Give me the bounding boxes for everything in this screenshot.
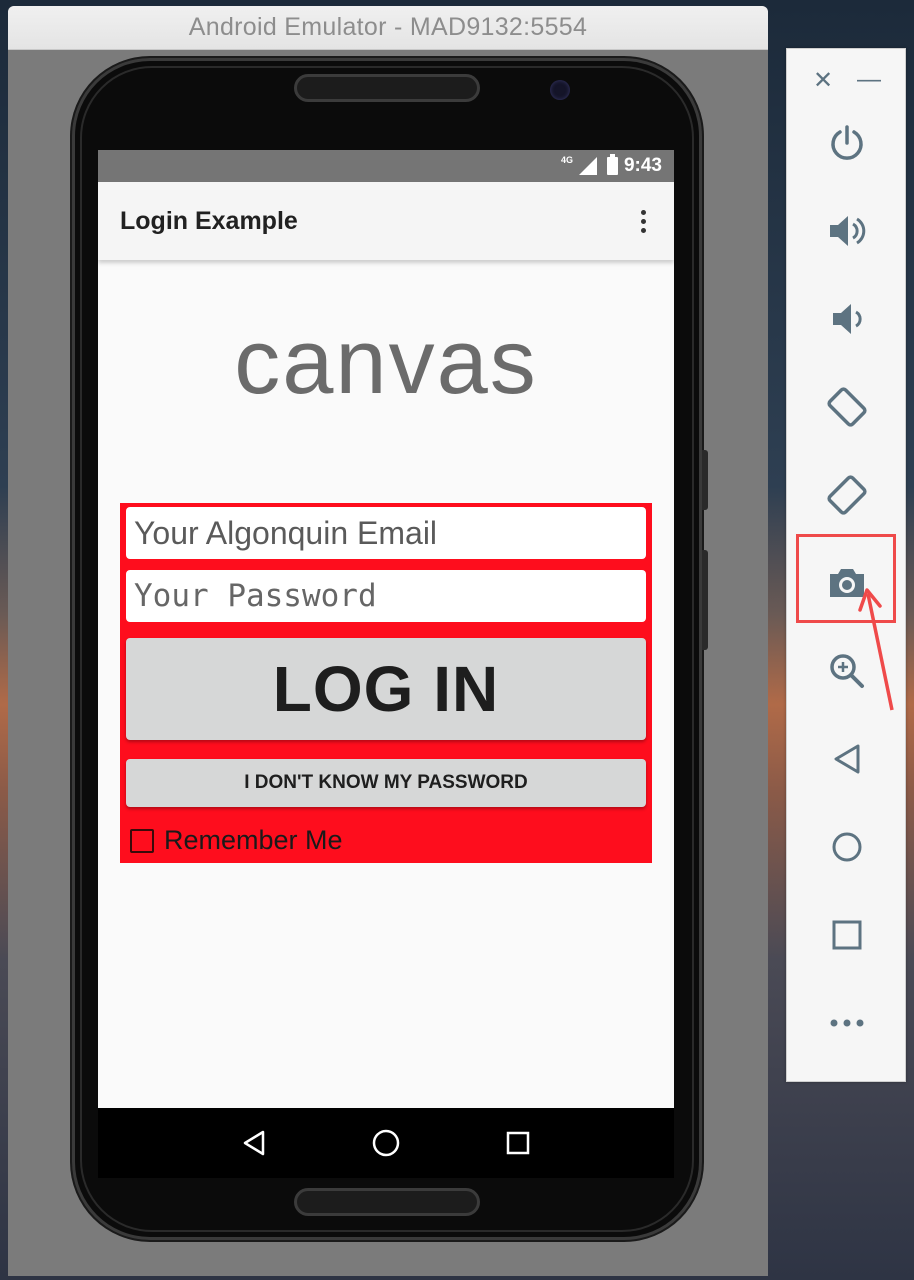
minimize-icon[interactable]: — [857,66,881,94]
back-icon[interactable] [817,729,877,789]
rotate-right-icon[interactable] [817,465,877,525]
forgot-password-button[interactable]: I DON'T KNOW MY PASSWORD [126,759,646,807]
annotation-arrow [858,588,894,711]
phone-screen: 4G 9:43 Login Example canvas Your Algonq… [98,150,674,1108]
back-triangle-icon[interactable] [234,1123,274,1163]
volume-up-icon[interactable] [817,201,877,261]
rotate-left-icon[interactable] [817,377,877,437]
email-field[interactable]: Your Algonquin Email [126,507,646,559]
emulator-window: Android Emulator - MAD9132:5554 4G 9:43 … [8,6,768,1276]
remember-label: Remember Me [164,825,343,855]
status-time: 9:43 [623,155,662,176]
login-button[interactable]: LOG IN [126,638,646,740]
front-camera [550,80,570,100]
app-title: Login Example [120,206,298,235]
bottom-speaker [294,1188,480,1216]
window-title: Android Emulator - MAD9132:5554 [8,6,768,50]
network-type: 4G [560,155,573,165]
overview-icon[interactable] [817,905,877,965]
signal-icon [578,157,597,175]
home-icon[interactable] [817,817,877,877]
toolbar-window-controls: ✕ — [787,65,907,95]
password-field[interactable]: Your Password [126,570,646,622]
top-speaker [294,74,480,102]
side-button-upper [702,450,708,510]
volume-down-icon[interactable] [817,289,877,349]
home-circle-icon[interactable] [366,1123,406,1163]
power-icon[interactable] [817,113,877,173]
app-bar: Login Example [98,182,674,260]
more-vertical-icon[interactable] [635,206,652,237]
canvas-logo: canvas [234,311,538,413]
login-form: Your Algonquin Email Your Password LOG I… [120,503,652,863]
status-bar: 4G 9:43 [98,150,674,182]
close-icon[interactable]: ✕ [813,66,833,95]
remember-me[interactable]: Remember Me [130,825,343,856]
battery-icon [606,154,618,175]
more-horizontal-icon[interactable] [817,993,877,1053]
phone-frame: 4G 9:43 Login Example canvas Your Algonq… [72,58,708,1240]
side-button-lower [702,550,708,650]
remember-checkbox[interactable] [130,828,154,853]
phone-nav-bar [98,1108,674,1178]
recents-square-icon[interactable] [498,1123,538,1163]
